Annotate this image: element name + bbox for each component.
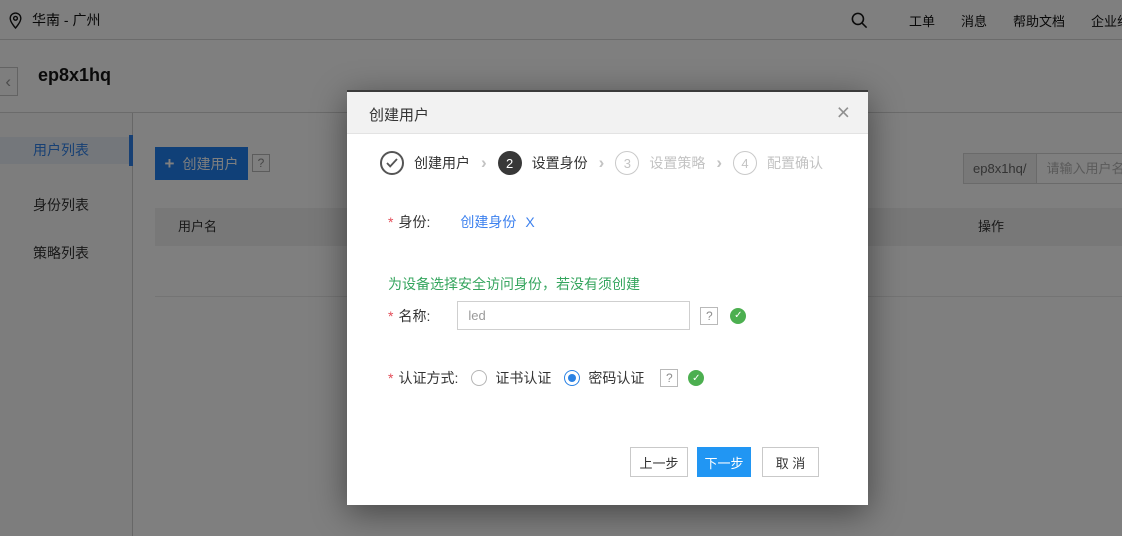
step-wizard: 创建用户 › 2 设置身份 › 3 设置策略 › 4 配置确认: [380, 151, 823, 175]
required-asterisk: *: [388, 370, 394, 386]
required-asterisk: *: [388, 307, 394, 324]
identity-field-row: * 身份: 创建身份 X: [388, 212, 535, 232]
step-1-create-user: 创建用户: [380, 151, 470, 175]
step-2-label: 设置身份: [531, 155, 588, 171]
step-separator-icon: ›: [598, 152, 605, 172]
identity-label: 身份:: [398, 214, 431, 230]
next-step-button[interactable]: 下一步: [697, 447, 751, 477]
step-2-number: 2: [497, 151, 522, 175]
help-icon[interactable]: ?: [660, 369, 679, 387]
create-identity-link[interactable]: 创建身份: [460, 212, 516, 232]
auth-method-row: * 认证方式: 证书认证 密码认证 ? ✓: [388, 368, 705, 388]
radio-certificate-auth[interactable]: 证书认证: [471, 368, 551, 388]
step-4-confirm-config: 4 配置确认: [733, 151, 823, 175]
auth-method-label: 认证方式:: [398, 370, 459, 386]
step-1-label: 创建用户: [414, 155, 470, 171]
step-1-check-icon: [380, 151, 404, 175]
screen: 华南 - 广州 工单 消息 帮助文档 企业组织 ‹ ep8x1hq 用户列表 身…: [0, 0, 1122, 536]
certificate-auth-label: 证书认证: [495, 370, 552, 386]
name-label: 名称:: [398, 307, 431, 324]
remove-identity-icon[interactable]: X: [525, 214, 534, 230]
identity-hint-text: 为设备选择安全访问身份，若没有须创建: [388, 276, 640, 292]
step-4-label: 配置确认: [767, 155, 824, 171]
step-3-number: 3: [615, 151, 640, 175]
prev-step-button[interactable]: 上一步: [630, 447, 688, 477]
step-3-set-policy: 3 设置策略: [615, 151, 705, 175]
step-3-label: 设置策略: [649, 155, 706, 171]
modal-title: 创建用户: [369, 107, 430, 124]
step-2-set-identity: 2 设置身份: [497, 151, 588, 175]
help-icon[interactable]: ?: [700, 306, 719, 325]
radio-selected-icon: [564, 370, 581, 386]
name-input[interactable]: [457, 301, 691, 330]
required-asterisk: *: [388, 214, 394, 230]
radio-unselected-icon: [471, 370, 488, 386]
step-4-number: 4: [733, 151, 758, 175]
name-field-row: * 名称: ? ✓: [388, 301, 747, 330]
step-separator-icon: ›: [481, 152, 487, 172]
step-separator-icon: ›: [716, 152, 723, 172]
radio-password-auth[interactable]: 密码认证: [564, 368, 644, 388]
cancel-button[interactable]: 取 消: [762, 447, 819, 477]
valid-check-icon: ✓: [688, 370, 705, 386]
password-auth-label: 密码认证: [588, 370, 645, 386]
close-icon[interactable]: ×: [837, 99, 850, 127]
valid-check-icon: ✓: [730, 307, 747, 324]
modal-header: 创建用户 ×: [347, 92, 868, 134]
create-user-modal: 创建用户 × 创建用户 › 2 设置身份 › 3 设置策略 › 4 配置确认 *…: [347, 90, 868, 505]
